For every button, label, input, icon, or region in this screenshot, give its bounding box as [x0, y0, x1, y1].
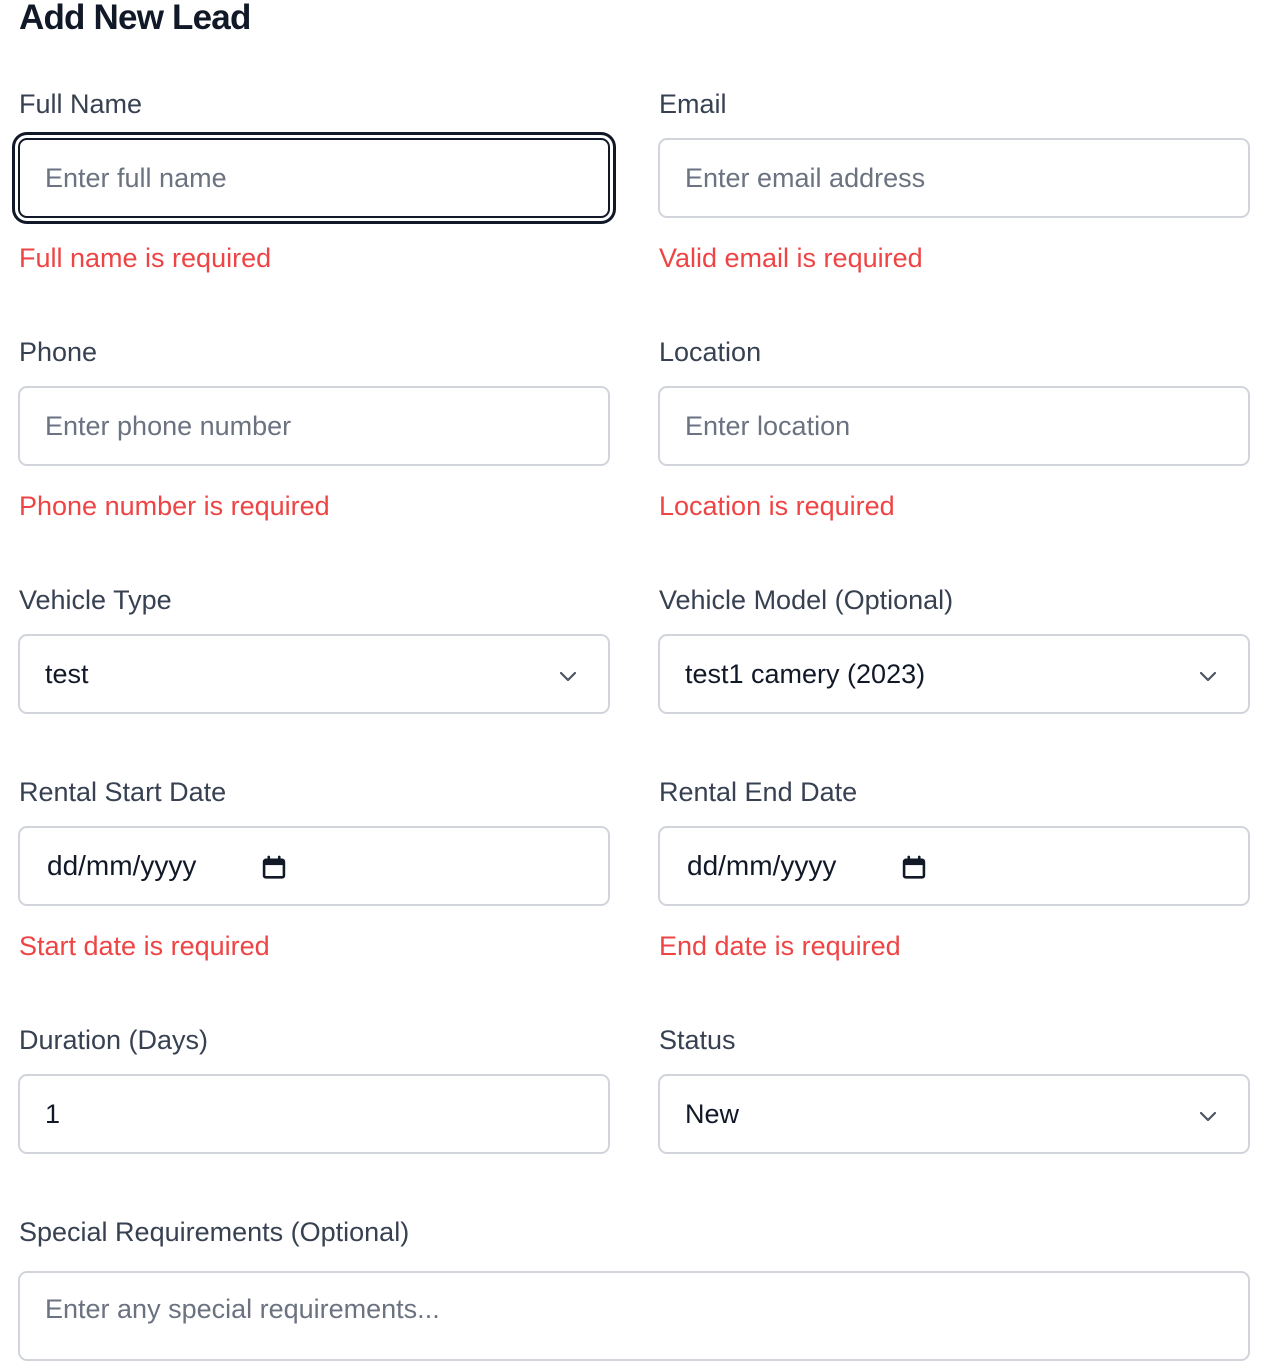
special-requirements-textarea[interactable] — [20, 1273, 1248, 1359]
calendar-icon[interactable] — [260, 854, 288, 882]
chevron-down-icon — [1199, 1111, 1217, 1122]
phone-error: Phone number is required — [19, 491, 330, 521]
rental-end-date-label: Rental End Date — [659, 777, 858, 807]
status-label: Status — [659, 1025, 736, 1055]
full-name-input[interactable] — [20, 140, 608, 216]
vehicle-type-label: Vehicle Type — [19, 585, 172, 615]
vehicle-model-label: Vehicle Model (Optional) — [659, 585, 954, 615]
location-input-box[interactable] — [658, 386, 1250, 466]
phone-input[interactable] — [20, 388, 608, 464]
status-value: New — [685, 1099, 740, 1129]
special-requirements-label: Special Requirements (Optional) — [19, 1217, 410, 1247]
duration-value: 1 — [45, 1099, 61, 1129]
vehicle-model-value: test1 camery (2023) — [685, 659, 926, 689]
email-input[interactable] — [660, 140, 1248, 216]
email-error: Valid email is required — [659, 243, 923, 273]
vehicle-type-value: test — [45, 659, 89, 689]
email-input-box[interactable] — [658, 138, 1250, 218]
special-requirements-box[interactable] — [18, 1271, 1250, 1361]
location-error: Location is required — [659, 491, 895, 521]
location-label: Location — [659, 337, 762, 367]
duration-input[interactable]: 1 — [18, 1074, 610, 1154]
rental-start-date-value: dd/mm/yyyy — [47, 850, 197, 881]
full-name-input-box[interactable] — [18, 138, 610, 218]
duration-label: Duration (Days) — [19, 1025, 209, 1055]
vehicle-type-select[interactable]: test — [18, 634, 610, 714]
calendar-icon[interactable] — [900, 854, 928, 882]
chevron-down-icon — [1199, 671, 1217, 682]
page-title: Add New Lead — [19, 0, 251, 37]
vehicle-model-select[interactable]: test1 camery (2023) — [658, 634, 1250, 714]
rental-start-date-input[interactable]: dd/mm/yyyy — [18, 826, 610, 906]
rental-end-date-value: dd/mm/yyyy — [687, 850, 837, 881]
full-name-error: Full name is required — [19, 243, 272, 273]
email-label: Email — [659, 89, 727, 119]
rental-end-date-error: End date is required — [659, 931, 901, 961]
rental-start-date-error: Start date is required — [19, 931, 270, 961]
phone-input-box[interactable] — [18, 386, 610, 466]
full-name-label: Full Name — [19, 89, 143, 119]
rental-start-date-label: Rental Start Date — [19, 777, 227, 807]
phone-label: Phone — [19, 337, 98, 367]
location-input[interactable] — [660, 388, 1248, 464]
status-select[interactable]: New — [658, 1074, 1250, 1154]
rental-end-date-input[interactable]: dd/mm/yyyy — [658, 826, 1250, 906]
chevron-down-icon — [559, 671, 577, 682]
